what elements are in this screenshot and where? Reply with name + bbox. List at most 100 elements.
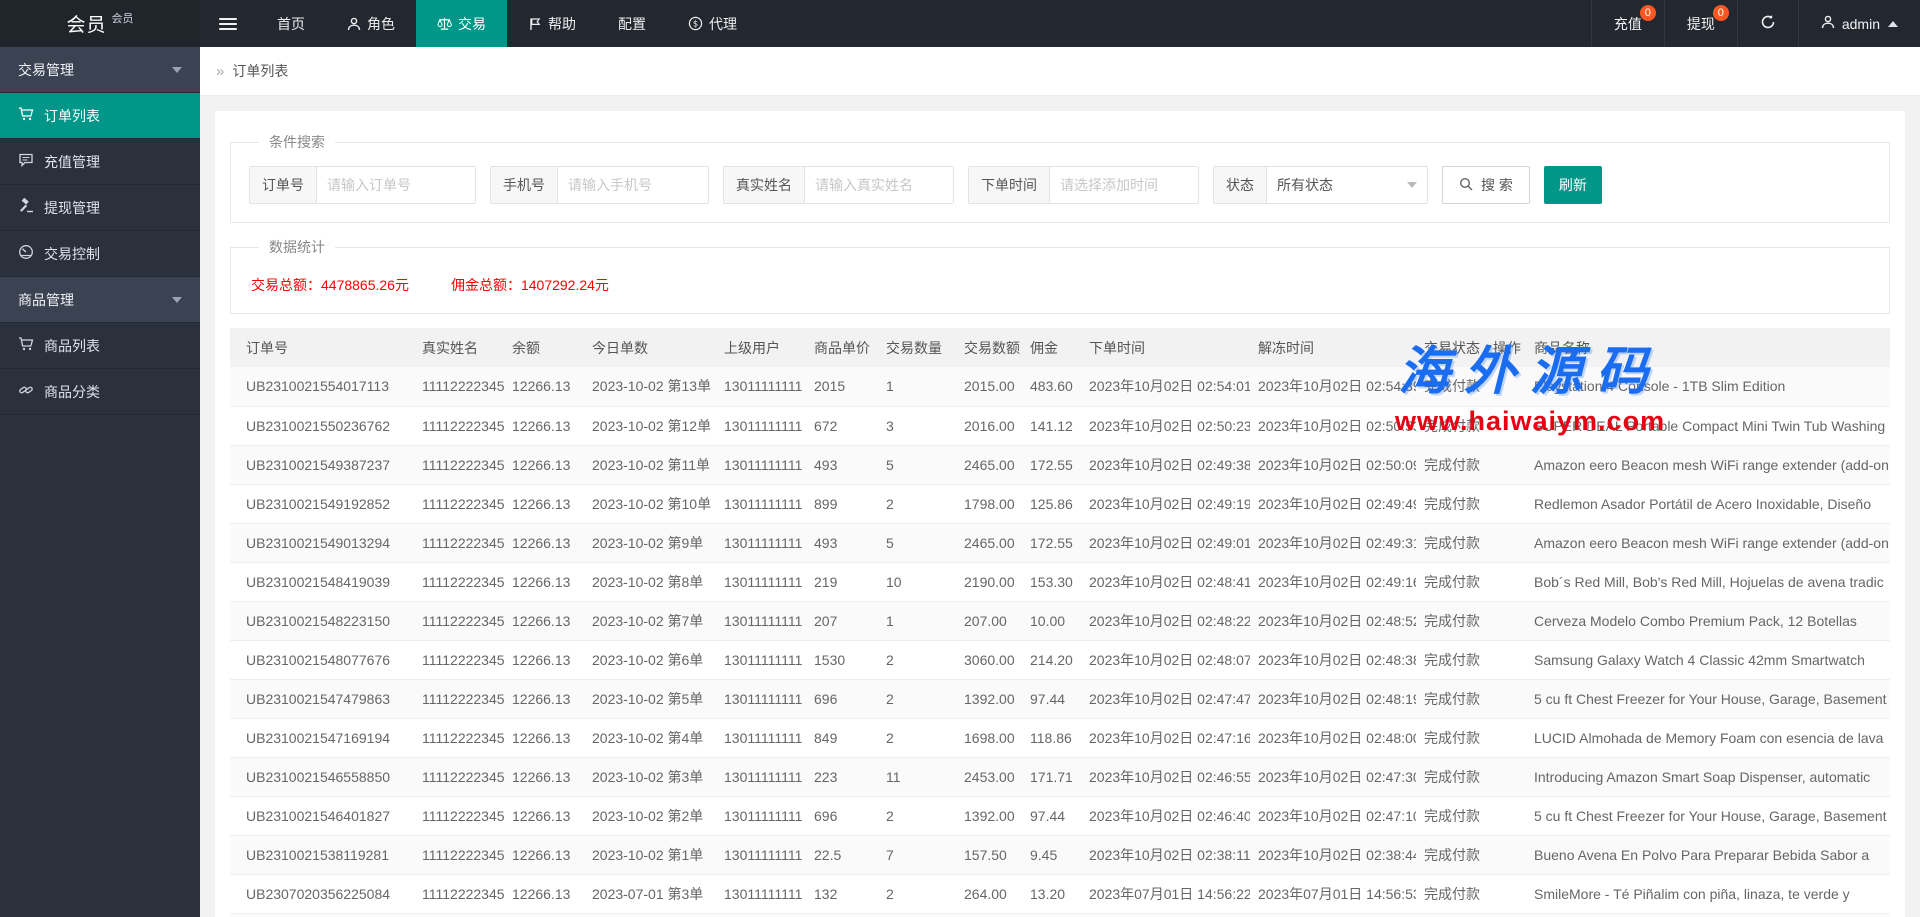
cell-unfreeze-time: 2023年10月02日 02:47:10	[1250, 796, 1416, 835]
cell-commission: 118.86	[1022, 718, 1081, 757]
cell-status: 完成付款	[1416, 796, 1485, 835]
cell-status: 完成付款	[1416, 601, 1485, 640]
cell-product-name: LUCID Almohada de Memory Foam con esenci…	[1526, 718, 1890, 757]
real-name-input[interactable]	[805, 167, 953, 203]
cell-action	[1485, 640, 1526, 679]
cell-order-no: UB2307020356225084	[230, 874, 414, 913]
order-time-field-group: 下单时间	[968, 166, 1199, 204]
search-button[interactable]: 搜 索	[1442, 166, 1530, 204]
cell-commission: 10.00	[1022, 601, 1081, 640]
status-select[interactable]: 所有状态	[1267, 167, 1427, 203]
column-header-order-no: 订单号	[230, 328, 414, 367]
withdraw-button[interactable]: 提现 0	[1664, 0, 1737, 47]
recharge-button[interactable]: 充值 0	[1591, 0, 1664, 47]
nav-item-help[interactable]: 帮助	[507, 0, 597, 47]
nav-label: 交易	[458, 14, 486, 34]
sidebar-item-recharge-management[interactable]: 充值管理	[0, 139, 200, 185]
refresh-button-label: 刷新	[1559, 177, 1587, 193]
order-no-input[interactable]	[317, 167, 475, 203]
sidebar-toggle-button[interactable]	[200, 0, 256, 47]
cell-balance: 12266.13	[504, 874, 584, 913]
nav-label: 配置	[618, 14, 646, 34]
cell-parent-user: 13011111111	[716, 640, 806, 679]
nav-label: 角色	[367, 14, 395, 34]
cell-action	[1485, 562, 1526, 601]
sidebar-group-trade-management[interactable]: 交易管理	[0, 47, 200, 93]
table-row: UB23070203562250841111222234512266.13202…	[230, 874, 1890, 913]
cell-order-time: 2023年10月02日 02:48:41	[1081, 562, 1250, 601]
cell-parent-user: 13011111111	[716, 523, 806, 562]
cell-qty: 1	[878, 601, 956, 640]
sidebar-item-product-list[interactable]: 商品列表	[0, 323, 200, 369]
table-row: UB23100215491928521111222234512266.13202…	[230, 484, 1890, 523]
cell-parent-user: 13011111111	[716, 796, 806, 835]
refresh-button[interactable]: 刷新	[1544, 166, 1602, 204]
filter-row: 订单号 手机号 真实姓名 下单时间 状态	[249, 166, 1871, 204]
cell-unfreeze-time: 2023年10月02日 02:50:53	[1250, 406, 1416, 445]
recharge-label: 充值	[1614, 14, 1642, 34]
cell-balance: 12266.13	[504, 913, 584, 917]
cell-parent-user: 13011111111	[716, 874, 806, 913]
user-menu[interactable]: admin	[1798, 0, 1920, 47]
cell-action	[1485, 484, 1526, 523]
cell-balance: 12266.13	[504, 406, 584, 445]
cell-unit-price: 493	[806, 523, 878, 562]
cell-order-time: 2023年10月02日 02:48:22	[1081, 601, 1250, 640]
cell-order-time: 2023年10月02日 02:38:11	[1081, 835, 1250, 874]
sidebar-item-trade-control[interactable]: 交易控制	[0, 231, 200, 277]
sidebar-group-product-management[interactable]: 商品管理	[0, 277, 200, 323]
cell-status: 完成付款	[1416, 484, 1485, 523]
hamburger-icon	[219, 15, 237, 33]
nav-item-trade[interactable]: 交易	[416, 0, 507, 47]
column-header-unfreeze-time: 解冻时间	[1250, 328, 1416, 367]
cell-action	[1485, 874, 1526, 913]
cell-unfreeze-time: 2023年10月02日 02:48:52	[1250, 601, 1416, 640]
cell-today-orders: 2023-10-02 第4单	[584, 718, 716, 757]
sidebar-item-withdraw-management[interactable]: 提现管理	[0, 185, 200, 231]
column-header-parent-user: 上级用户	[716, 328, 806, 367]
cell-order-no: UB2310021548419039	[230, 562, 414, 601]
cell-parent-user: 13011111111	[716, 718, 806, 757]
stats-fieldset: 数据统计 交易总额：4478865.26元 佣金总额：1407292.24元	[230, 237, 1890, 314]
cell-today-orders: 2023-10-02 第12单	[584, 406, 716, 445]
cell-real-name: 11112222345	[414, 562, 504, 601]
app-logo: 会员 会员	[0, 0, 200, 47]
nav-item-home[interactable]: 首页	[256, 0, 326, 47]
order-time-input[interactable]	[1050, 167, 1198, 203]
cell-order-no: UB2307020337536112	[230, 913, 414, 917]
cell-amount: 1392.00	[956, 796, 1022, 835]
phone-input[interactable]	[558, 167, 708, 203]
cell-status: 完成付款	[1416, 523, 1485, 562]
cell-real-name: 11112222345	[414, 718, 504, 757]
cell-amount: 1798.00	[956, 484, 1022, 523]
order-no-field-group: 订单号	[249, 166, 476, 204]
username: admin	[1842, 16, 1880, 32]
cell-unfreeze-time: 2023年10月02日 02:47:30	[1250, 757, 1416, 796]
cell-amount: 2465.00	[956, 523, 1022, 562]
table-row: UB23100215484190391111222234512266.13202…	[230, 562, 1890, 601]
cell-product-name: Introducing Amazon Smart Soap Dispenser,…	[1526, 757, 1890, 796]
table-row: UB23100215493872371111222234512266.13202…	[230, 445, 1890, 484]
cell-product-name: Amazon eero Beacon mesh WiFi range exten…	[1526, 523, 1890, 562]
cell-today-orders: 2023-10-02 第13单	[584, 367, 716, 406]
nav-item-agent[interactable]: $ 代理	[667, 0, 758, 47]
cell-parent-user: 13011111111	[716, 601, 806, 640]
real-name-field-group: 真实姓名	[723, 166, 954, 204]
cell-qty: 7	[878, 835, 956, 874]
cell-commission: 171.71	[1022, 757, 1081, 796]
nav-item-roles[interactable]: 角色	[326, 0, 416, 47]
cell-commission: 97.44	[1022, 796, 1081, 835]
phone-field-group: 手机号	[490, 166, 709, 204]
sidebar-item-product-category[interactable]: 商品分类	[0, 369, 200, 415]
topbar-right: 充值 0 提现 0 admin	[1591, 0, 1920, 47]
column-header-order-time: 下单时间	[1081, 328, 1250, 367]
sidebar-item-order-list[interactable]: 订单列表	[0, 93, 200, 139]
column-header-unit-price: 商品单价	[806, 328, 878, 367]
order-table-body: UB23100215540171131111222234512266.13202…	[230, 367, 1890, 917]
cell-qty: 5	[878, 445, 956, 484]
refresh-page-button[interactable]	[1737, 0, 1798, 47]
nav-item-config[interactable]: 配置	[597, 0, 667, 47]
cell-action	[1485, 796, 1526, 835]
cell-balance: 12266.13	[504, 601, 584, 640]
nav-label: 首页	[277, 14, 305, 34]
